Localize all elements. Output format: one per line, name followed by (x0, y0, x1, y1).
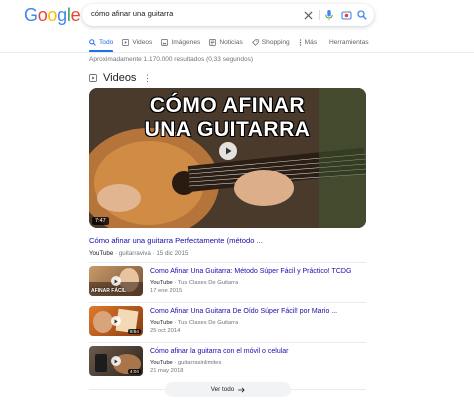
video-thumbnail[interactable]: AFINAR FÁCIL (89, 266, 143, 296)
video-icon (122, 38, 130, 46)
video-result-item: 4:04 Cómo afinar la guitarra con el móvi… (89, 346, 366, 380)
duration-badge: 4:04 (128, 369, 141, 374)
featured-video-title-link[interactable]: Cómo afinar una guitarra Perfectamente (… (89, 236, 263, 245)
tab-noticias[interactable]: Noticias (209, 34, 243, 50)
video-thumbnail[interactable]: 4:04 (89, 346, 143, 376)
video-source: YouTube (150, 360, 173, 366)
tab-videos[interactable]: Videos (122, 34, 152, 50)
logo-letter: e (70, 5, 81, 25)
video-channel: guitarrasinlimites (177, 360, 222, 366)
tools-label: Herramientas (329, 38, 369, 46)
search-tabs: Todo Videos Imágenes Noticias Shopping M… (89, 34, 326, 52)
tab-label: Más (304, 38, 318, 46)
more-vert-icon (299, 38, 301, 46)
row-divider (89, 342, 366, 343)
video-result-item: 6:54 Como Afinar Una Guitarra De Oído Sú… (89, 306, 366, 340)
video-date: 21 may 2018 (150, 368, 184, 374)
see-all-videos-button[interactable]: Ver todo (165, 382, 291, 397)
logo-letter: o (47, 5, 58, 25)
play-icon (111, 356, 121, 366)
search-icon (89, 38, 96, 46)
microphone-icon[interactable] (322, 8, 336, 22)
see-all-label: Ver todo (210, 386, 235, 393)
tab-label: Noticias (219, 38, 243, 46)
video-date: 15 dic 2015 (156, 250, 189, 257)
logo-letter: G (24, 5, 38, 25)
videos-section-header: Videos ⋮ (89, 71, 152, 85)
video-icon (89, 74, 97, 82)
thumbnail-title-line: UNA GUITARRA (144, 118, 311, 141)
videos-section-title: Videos (103, 72, 137, 84)
search-input[interactable]: cómo afinar una guitarra (91, 9, 173, 18)
video-source: YouTube (89, 250, 114, 257)
tab-shopping[interactable]: Shopping (251, 34, 290, 50)
featured-video-thumbnail[interactable]: CÓMO AFINAR UNA GUITARRA 7:47 (89, 88, 366, 228)
video-channel: guitarraviva (118, 250, 151, 257)
tab-todo[interactable]: Todo (89, 34, 114, 52)
tag-icon (251, 38, 259, 46)
logo-letter: g (57, 5, 67, 25)
play-icon[interactable] (219, 142, 237, 160)
video-title-link[interactable]: Como Afinar Una Guitarra: Método Súper F… (150, 268, 351, 275)
google-logo[interactable]: Google (24, 5, 81, 26)
arrow-right-icon (238, 387, 245, 392)
play-icon (111, 316, 121, 326)
row-divider (89, 302, 366, 303)
video-meta: YouTube · guitarrasinlimites (150, 360, 222, 366)
thumbnail-caption: AFINAR FÁCIL (91, 288, 126, 294)
image-icon (161, 38, 169, 46)
tools-button[interactable]: Herramientas (329, 34, 369, 50)
more-options-icon[interactable]: ⋮ (143, 71, 152, 85)
tab-label: Shopping (261, 38, 290, 46)
video-meta: YouTube · Tus Clases De Guitarra (150, 320, 239, 326)
clear-icon[interactable] (301, 8, 315, 22)
video-title-link[interactable]: Como Afinar Una Guitarra De Oído Súper F… (150, 308, 337, 315)
play-icon (111, 276, 121, 286)
video-channel: Tus Clases De Guitarra (177, 320, 239, 326)
tab-imagenes[interactable]: Imágenes (161, 34, 200, 50)
search-box[interactable]: cómo afinar una guitarra (82, 4, 374, 26)
row-divider (89, 262, 366, 263)
video-meta: YouTube · Tus Clases De Guitarra (150, 280, 239, 286)
tab-label: Imágenes (171, 38, 201, 46)
featured-video-meta: YouTube · guitarraviva · 15 dic 2015 (89, 250, 188, 257)
news-icon (209, 38, 217, 46)
video-date: 25 oct 2014 (150, 328, 181, 334)
video-source: YouTube (150, 320, 173, 326)
search-icon[interactable] (355, 8, 369, 22)
result-stats: Aproximadamente 1.170.000 resultados (0,… (89, 56, 254, 63)
duration-badge: 7:47 (92, 217, 109, 225)
tab-label: Todo (99, 38, 114, 46)
thumbnail-title-line: CÓMO AFINAR (149, 94, 306, 117)
video-date: 17 ene 2015 (150, 288, 183, 294)
video-result-item: AFINAR FÁCIL Como Afinar Una Guitarra: M… (89, 266, 366, 300)
tab-mas[interactable]: Más (299, 34, 317, 50)
camera-lens-icon[interactable] (339, 8, 353, 22)
video-source: YouTube (150, 280, 173, 286)
video-thumbnail[interactable]: 6:54 (89, 306, 143, 336)
divider (319, 10, 320, 20)
tab-label: Videos (132, 38, 153, 46)
video-title-link[interactable]: Cómo afinar la guitarra con el móvil o c… (150, 348, 289, 355)
logo-letter: o (37, 5, 48, 25)
tabs-divider (0, 52, 474, 53)
video-channel: Tus Clases De Guitarra (177, 280, 239, 286)
duration-badge: 6:54 (128, 329, 141, 334)
